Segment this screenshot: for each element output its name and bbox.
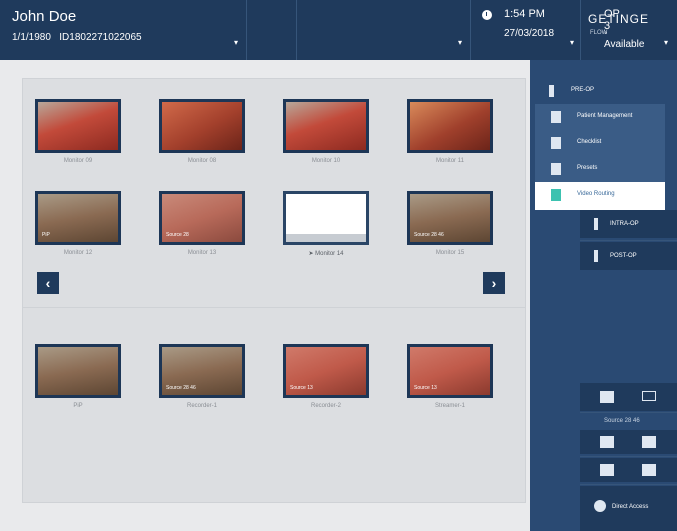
patient-dob: 1/1/1980 <box>12 32 51 43</box>
recorder-tile[interactable]: Source 13 <box>407 344 493 398</box>
direct-access-button[interactable]: Direct Access <box>580 486 677 531</box>
intra-op-label: INTRA-OP <box>610 221 639 227</box>
intra-op-button[interactable]: INTRA-OP <box>580 210 677 238</box>
divider <box>580 240 677 241</box>
direct-access-icon <box>594 500 606 512</box>
monitor-label: Monitor 12 <box>63 250 93 256</box>
recorder-label: Recorder-2 <box>310 403 341 409</box>
monitor-tile[interactable]: Source 28 <box>159 191 245 245</box>
menu-item-video-routing[interactable]: Video Routing <box>535 182 665 210</box>
monitor-label: Monitor 13 <box>187 250 217 256</box>
room-status: ◦ Available <box>604 28 645 50</box>
patient-info: 1/1/1980 ID1802271022065 <box>12 32 142 43</box>
header-spacer <box>246 0 297 60</box>
recorder-tile[interactable] <box>35 344 121 398</box>
room-status-text: Available <box>604 39 645 50</box>
pre-op-icon <box>549 85 554 97</box>
camera-controls[interactable] <box>580 430 677 454</box>
camera-icon <box>600 436 614 448</box>
phone-icon <box>600 391 614 403</box>
telephone-button[interactable] <box>580 383 677 411</box>
monitor-label: Monitor 09 <box>63 158 93 164</box>
monitor-label: Monitor 11 <box>436 158 464 164</box>
monitor-label-text: Monitor 14 <box>315 251 344 257</box>
clock-icon <box>482 10 492 20</box>
settings-icon <box>642 464 656 476</box>
chevron-down-icon: ▾ <box>458 38 463 47</box>
monitor-source-tag: Source 28 <box>166 232 189 238</box>
recorder-source-tag: Source 13 <box>414 385 437 391</box>
video-routing-panel: Monitor 09 Monitor 08 Monitor 10 Monitor… <box>22 78 526 503</box>
direct-access-label: Direct Access <box>612 504 649 510</box>
post-op-icon <box>594 250 598 262</box>
menu-item-presets[interactable]: Presets <box>535 156 665 182</box>
cursor-icon: ➤ <box>308 251 314 257</box>
monitor-tile[interactable] <box>35 99 121 153</box>
menu-item-patient-management[interactable]: Patient Management <box>535 104 665 130</box>
video-routing-icon <box>551 189 561 201</box>
monitor-tile[interactable]: PiP <box>35 191 121 245</box>
pre-op-menu: PRE-OP Patient Management Checklist Pres… <box>535 78 665 210</box>
recorder-tile[interactable]: Source 13 <box>283 344 369 398</box>
menu-item-label: Checklist <box>577 139 602 145</box>
next-page-button[interactable]: › <box>483 272 505 294</box>
menu-item-label: Video Routing <box>577 191 615 197</box>
monitor-label: Monitor 08 <box>187 158 217 164</box>
patient-icon <box>551 111 561 123</box>
recorder-source-tag: Source 28 46 <box>166 385 196 391</box>
menu-item-pre-op[interactable]: PRE-OP <box>535 78 665 104</box>
menu-item-label: Patient Management <box>577 113 633 119</box>
post-op-label: POST-OP <box>610 253 637 259</box>
recorder-label: Streamer-1 <box>434 403 465 409</box>
brand-name: GETINGE <box>588 12 650 26</box>
divider <box>23 307 525 308</box>
monitor-tile[interactable] <box>159 99 245 153</box>
recorder-tile[interactable]: Source 28 46 <box>159 344 245 398</box>
video-wall-icon <box>642 436 656 448</box>
intra-op-icon <box>594 218 598 230</box>
date-display: 27/03/2018 <box>504 28 555 39</box>
selected-source-label: Source 28 46 <box>604 418 640 424</box>
monitor-label: Monitor 15 <box>435 250 465 256</box>
post-op-button[interactable]: POST-OP <box>580 242 677 270</box>
monitor-tile[interactable]: Source 28 46 <box>407 191 493 245</box>
chevron-down-icon: ▾ <box>570 38 575 47</box>
chevron-down-icon: ▾ <box>234 38 239 47</box>
speaker-icon <box>600 464 614 476</box>
divider <box>580 484 677 485</box>
screen-icon <box>642 391 656 401</box>
time-display: 1:54 PM <box>504 8 545 20</box>
top-bar: John Doe 1/1/1980 ID1802271022065 ▾ OP 3… <box>0 0 677 60</box>
divider <box>580 412 677 413</box>
recorder-source-tag: Source 13 <box>290 385 313 391</box>
patient-name: John Doe <box>12 8 77 25</box>
patient-id: ID1802271022065 <box>59 32 142 43</box>
datetime-selector[interactable]: 1:54 PM 27/03/2018 ▾ <box>470 0 581 60</box>
monitor-label: Monitor 10 <box>311 158 341 164</box>
previous-page-button[interactable]: ‹ <box>37 272 59 294</box>
monitor-tile[interactable] <box>283 191 369 245</box>
recorder-label: PiP <box>73 403 83 409</box>
divider <box>580 456 677 457</box>
menu-item-label: PRE-OP <box>571 87 595 93</box>
menu-item-checklist[interactable]: Checklist <box>535 130 665 156</box>
audio-controls[interactable] <box>580 458 677 482</box>
monitor-source-tag: PiP <box>42 232 50 238</box>
menu-item-label: Presets <box>577 165 598 171</box>
brand-subtitle: FLOW <box>590 30 608 36</box>
presets-icon <box>551 163 561 175</box>
chevron-down-icon: ▾ <box>664 38 669 47</box>
checklist-icon <box>551 137 561 149</box>
monitor-tile[interactable] <box>407 99 493 153</box>
monitor-tile[interactable] <box>283 99 369 153</box>
monitor-label: ➤ Monitor 14 <box>271 250 381 257</box>
room-selector[interactable]: OP 3 ◦ Available ▾ <box>296 0 644 60</box>
monitor-source-tag: Source 28 46 <box>414 232 444 238</box>
patient-selector[interactable]: John Doe 1/1/1980 ID1802271022065 ▾ <box>0 0 247 60</box>
recorder-label: Recorder-1 <box>186 403 217 409</box>
